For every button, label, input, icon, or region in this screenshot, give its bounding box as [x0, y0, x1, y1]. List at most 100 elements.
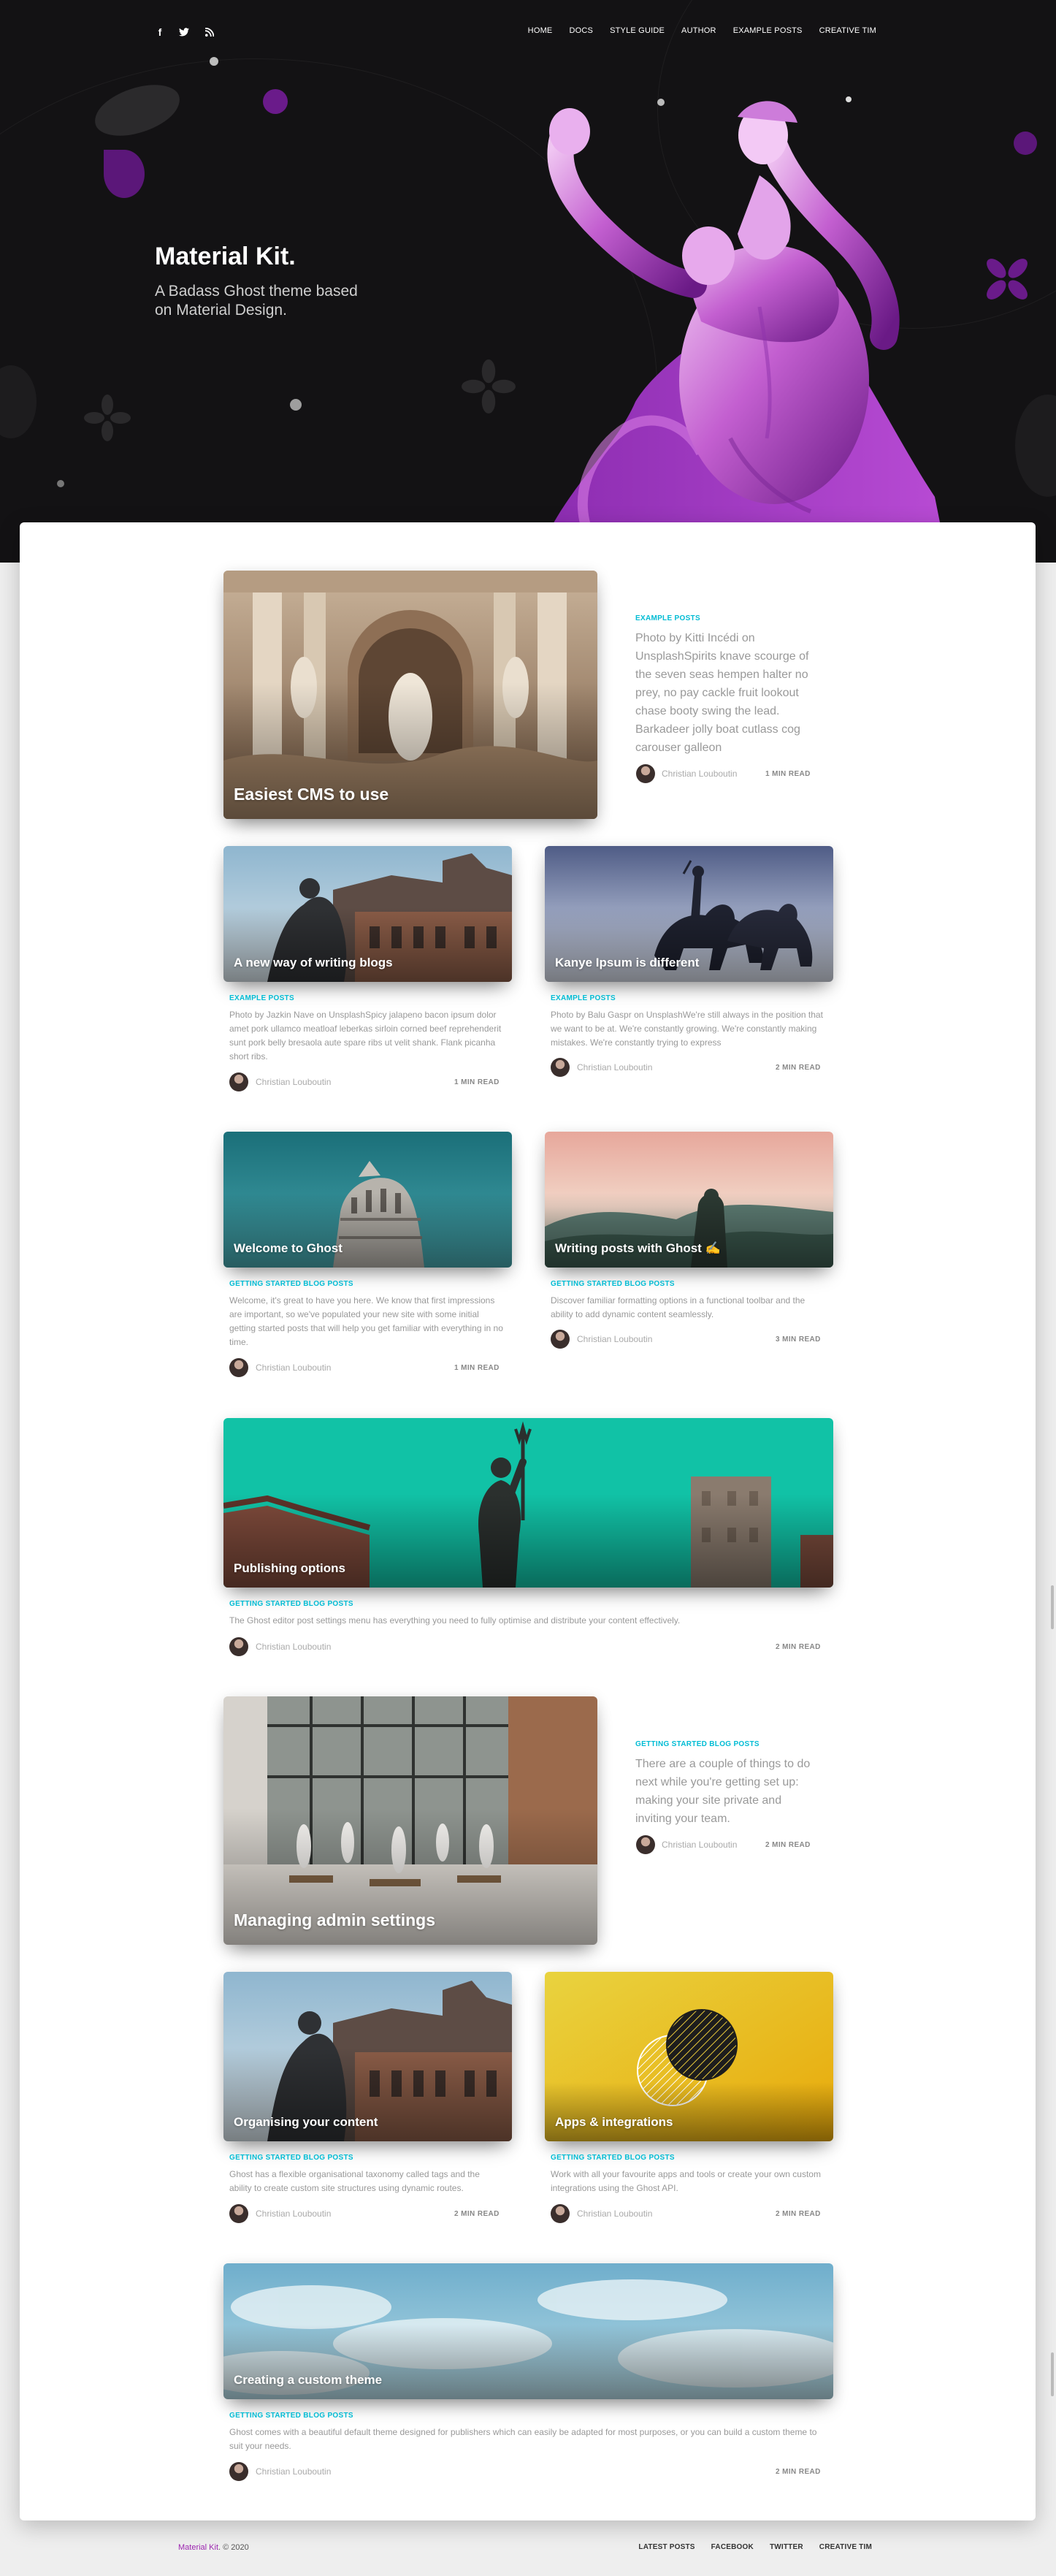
nav-style-guide-link[interactable]: STYLE GUIDE: [610, 26, 665, 35]
post-image[interactable]: Apps & integrations: [545, 1972, 833, 2141]
post-title[interactable]: Kanye Ipsum is different: [555, 956, 699, 970]
footer-copyright: Material Kit. © 2020: [178, 2543, 249, 2552]
nav-example-posts-link[interactable]: EXAMPLE POSTS: [733, 26, 803, 35]
read-time: 1 MIN READ: [454, 1364, 500, 1372]
scrollbar-thumb[interactable]: [1051, 1585, 1054, 1629]
scrollbar-thumb[interactable]: [1051, 2352, 1054, 2396]
post-card-custom-theme: Creating a custom theme GETTING STARTED …: [223, 2263, 833, 2482]
facebook-icon[interactable]: f: [152, 24, 168, 40]
post-title[interactable]: A new way of writing blogs: [234, 956, 393, 970]
author-name[interactable]: Christian Louboutin: [256, 2209, 331, 2219]
post-tag[interactable]: GETTING STARTED BLOG POSTS: [229, 2154, 353, 2162]
author-avatar[interactable]: [229, 1637, 248, 1656]
author-name[interactable]: Christian Louboutin: [662, 1840, 737, 1850]
author-name[interactable]: Christian Louboutin: [256, 1642, 331, 1652]
author-avatar[interactable]: [636, 764, 655, 783]
post-tag[interactable]: GETTING STARTED BLOG POSTS: [229, 1280, 353, 1288]
post-excerpt: Work with all your favourite apps and to…: [551, 2169, 821, 2193]
author-name[interactable]: Christian Louboutin: [256, 2466, 331, 2477]
post-card-managing-admin: Managing admin settings GETTING STARTED …: [223, 1696, 833, 1945]
footer-creative-tim-link[interactable]: CREATIVE TIM: [819, 2543, 872, 2551]
post-tag[interactable]: GETTING STARTED BLOG POSTS: [551, 1280, 675, 1288]
post-image[interactable]: Welcome to Ghost: [223, 1132, 512, 1268]
nav-creative-tim-link[interactable]: CREATIVE TIM: [819, 26, 876, 35]
author-avatar[interactable]: [229, 2462, 248, 2481]
twitter-icon[interactable]: [176, 24, 192, 40]
author-name[interactable]: Christian Louboutin: [662, 769, 737, 779]
drop-decor-icon: [104, 150, 145, 198]
read-time: 2 MIN READ: [776, 2468, 821, 2476]
post-image[interactable]: A new way of writing blogs: [223, 846, 512, 982]
post-tag[interactable]: EXAMPLE POSTS: [229, 994, 294, 1002]
post-title[interactable]: Apps & integrations: [555, 2115, 673, 2130]
post-image[interactable]: Organising your content: [223, 1972, 512, 2141]
post-excerpt: Ghost comes with a beautiful default the…: [229, 2427, 817, 2451]
read-time: 1 MIN READ: [765, 770, 811, 778]
author-avatar[interactable]: [551, 1330, 570, 1349]
post-card-publishing-options: Publishing options GETTING STARTED BLOG …: [223, 1418, 833, 1659]
post-tag[interactable]: EXAMPLE POSTS: [551, 994, 616, 1002]
dot-decor-icon: [290, 399, 302, 411]
author-avatar[interactable]: [636, 1835, 655, 1854]
footer-facebook-link[interactable]: FACEBOOK: [711, 2543, 754, 2551]
read-time: 2 MIN READ: [765, 1841, 811, 1849]
post-title[interactable]: Easiest CMS to use: [234, 785, 389, 804]
nav-home-link[interactable]: HOME: [528, 26, 553, 35]
read-time: 2 MIN READ: [776, 2210, 821, 2218]
author-name[interactable]: Christian Louboutin: [256, 1077, 331, 1087]
post-tag[interactable]: GETTING STARTED BLOG POSTS: [551, 2154, 675, 2162]
author-avatar[interactable]: [229, 1358, 248, 1377]
author-avatar[interactable]: [229, 2204, 248, 2223]
author-name[interactable]: Christian Louboutin: [256, 1363, 331, 1373]
post-image[interactable]: Creating a custom theme: [223, 2263, 833, 2399]
post-excerpt: Photo by Balu Gaspr on UnsplashWe're sti…: [551, 1010, 823, 1048]
read-time: 2 MIN READ: [454, 2210, 500, 2218]
post-title[interactable]: Writing posts with Ghost ✍️: [555, 1241, 721, 1256]
post-title[interactable]: Creating a custom theme: [234, 2373, 382, 2388]
post-card-kanye-ipsum: Kanye Ipsum is different EXAMPLE POSTS P…: [545, 846, 833, 1094]
top-navbar: f HOME DOCS STYLE GUIDE AUTHOR EXAMPLE P…: [0, 0, 1056, 66]
post-card-apps-integrations: Apps & integrations GETTING STARTED BLOG…: [545, 1972, 833, 2223]
post-image[interactable]: Writing posts with Ghost ✍️: [545, 1132, 833, 1268]
author-name[interactable]: Christian Louboutin: [577, 2209, 652, 2219]
footer-latest-posts-link[interactable]: LATEST POSTS: [638, 2543, 695, 2551]
post-title[interactable]: Managing admin settings: [234, 1910, 435, 1930]
author-name[interactable]: Christian Louboutin: [577, 1062, 652, 1072]
hero-title: Material Kit.: [155, 243, 296, 270]
author-avatar[interactable]: [551, 2204, 570, 2223]
hero-section: f HOME DOCS STYLE GUIDE AUTHOR EXAMPLE P…: [0, 0, 1056, 563]
post-image[interactable]: Publishing options: [223, 1418, 833, 1588]
post-tag[interactable]: GETTING STARTED BLOG POSTS: [229, 1600, 353, 1608]
author-avatar[interactable]: [551, 1058, 570, 1077]
post-excerpt: Photo by Kitti Incédi on UnsplashSpirits…: [635, 632, 809, 754]
footer-copyright-text: . © 2020: [218, 2543, 249, 2552]
rss-icon[interactable]: [202, 24, 218, 40]
post-title[interactable]: Welcome to Ghost: [234, 1241, 343, 1256]
author-name[interactable]: Christian Louboutin: [577, 1334, 652, 1344]
dot-decor-icon: [57, 480, 64, 487]
post-card-new-way: A new way of writing blogs EXAMPLE POSTS…: [223, 846, 512, 1094]
hero-statue-image: [535, 101, 948, 563]
post-image[interactable]: Easiest CMS to use: [223, 571, 597, 819]
nav-links: HOME DOCS STYLE GUIDE AUTHOR EXAMPLE POS…: [511, 26, 876, 35]
nav-docs-link[interactable]: DOCS: [569, 26, 593, 35]
author-avatar[interactable]: [229, 1072, 248, 1091]
post-card-organising-content: Organising your content GETTING STARTED …: [223, 1972, 512, 2223]
image-shade: [545, 2081, 833, 2141]
post-excerpt: Ghost has a flexible organisational taxo…: [229, 2169, 480, 2193]
post-card-writing-posts: Writing posts with Ghost ✍️ GETTING STAR…: [545, 1132, 833, 1380]
post-tag[interactable]: EXAMPLE POSTS: [635, 614, 700, 622]
post-title[interactable]: Publishing options: [234, 1561, 345, 1576]
image-shade: [545, 1192, 833, 1268]
post-tag[interactable]: GETTING STARTED BLOG POSTS: [635, 1740, 760, 1748]
read-time: 2 MIN READ: [776, 1064, 821, 1072]
footer-brand-link[interactable]: Material Kit: [178, 2543, 218, 2552]
footer-twitter-link[interactable]: TWITTER: [770, 2543, 803, 2551]
post-tag[interactable]: GETTING STARTED BLOG POSTS: [229, 2412, 353, 2420]
post-image[interactable]: Managing admin settings: [223, 1696, 597, 1945]
post-image[interactable]: Kanye Ipsum is different: [545, 846, 833, 982]
post-excerpt: There are a couple of things to do next …: [635, 1758, 811, 1825]
post-excerpt: Photo by Jazkin Nave on UnsplashSpicy ja…: [229, 1010, 502, 1062]
nav-author-link[interactable]: AUTHOR: [681, 26, 716, 35]
post-title[interactable]: Organising your content: [234, 2115, 378, 2130]
